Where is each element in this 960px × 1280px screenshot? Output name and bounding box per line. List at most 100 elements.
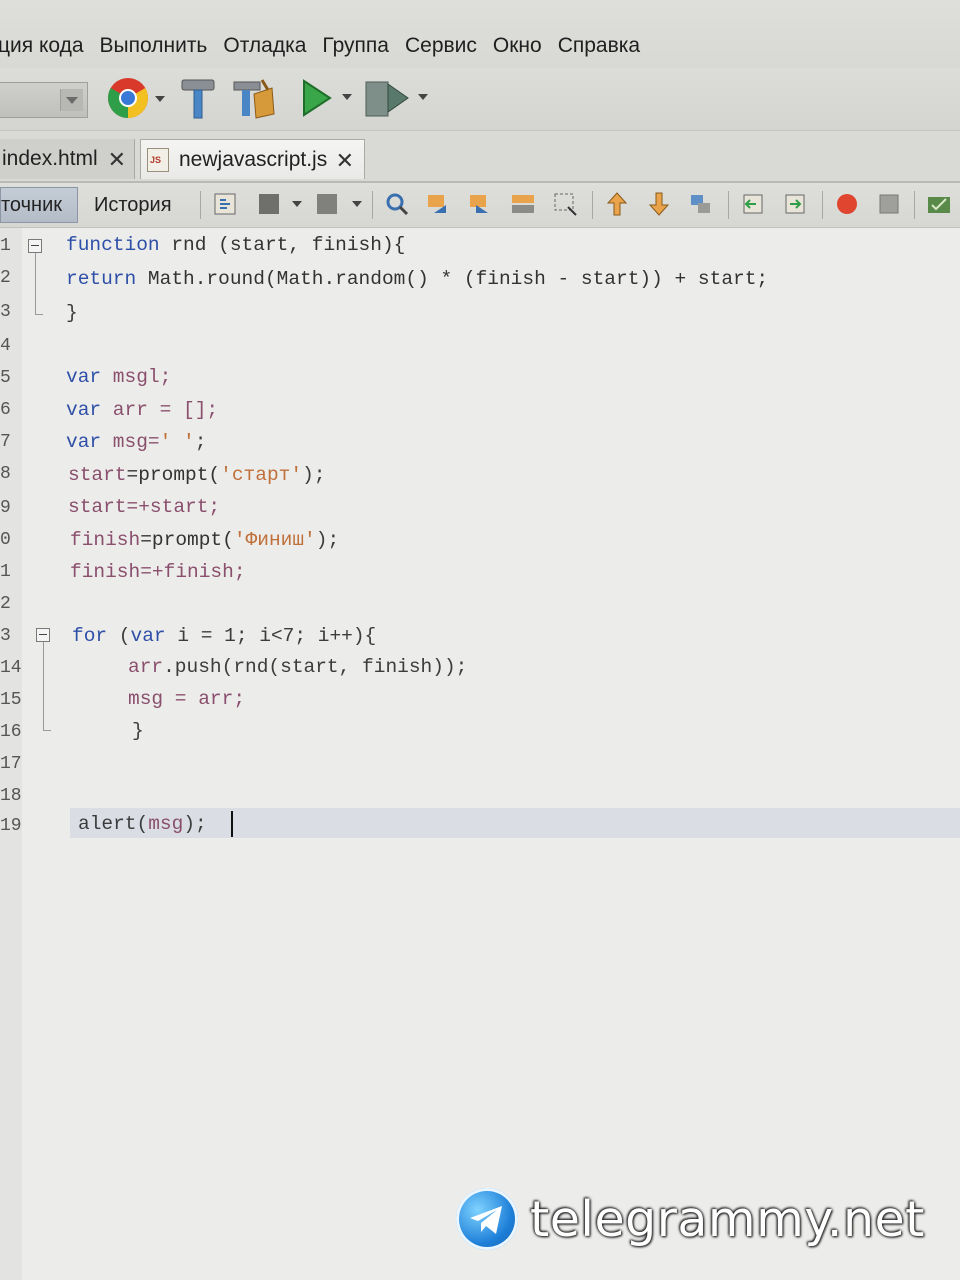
string-literal: 'старт' <box>220 464 303 486</box>
line-number: 8 <box>0 464 11 484</box>
collapse-fold-icon[interactable] <box>36 628 50 642</box>
menu-debug[interactable]: Отладка <box>223 34 306 58</box>
stop-macro-recording-icon[interactable] <box>876 191 902 217</box>
tab-newjavascript-js[interactable]: newjavascript.js ✕ <box>140 139 365 179</box>
code-text: msgl; <box>101 366 172 388</box>
line-number: 16 <box>0 722 22 742</box>
configuration-combo[interactable] <box>0 82 88 118</box>
variable: msg <box>128 688 164 710</box>
find-previous-icon[interactable] <box>426 191 452 217</box>
tab-index-html[interactable]: index.html ✕ <box>0 139 135 179</box>
chevron-down-icon[interactable] <box>155 96 165 102</box>
code-text: =prompt( <box>140 529 234 551</box>
chevron-down-icon[interactable] <box>60 89 83 111</box>
close-icon[interactable]: ✕ <box>336 148 354 174</box>
close-icon[interactable]: ✕ <box>108 147 126 173</box>
line-number: 2 <box>0 268 11 288</box>
menu-team[interactable]: Группа <box>322 34 389 58</box>
collapse-fold-icon[interactable] <box>28 239 42 253</box>
code-text: rnd (start, finish){ <box>159 234 406 256</box>
line-number: 17 <box>0 754 22 774</box>
rectangular-selection-icon[interactable] <box>552 191 578 217</box>
line-number: 2 <box>0 594 11 614</box>
line-number: 1 <box>0 562 11 582</box>
code-line: arr.push(rnd(start, finish)); <box>128 656 467 678</box>
code-text: ); <box>183 813 207 835</box>
tab-label: index.html <box>2 147 98 170</box>
variable: arr <box>128 656 164 678</box>
fold-guide <box>43 730 51 731</box>
keyword: return <box>66 268 137 290</box>
menu-tools[interactable]: Сервис <box>405 34 477 58</box>
forward-icon[interactable] <box>314 191 340 217</box>
clean-build-icon[interactable] <box>232 74 278 122</box>
menu-source[interactable]: ция кода <box>0 34 84 58</box>
chevron-down-icon[interactable] <box>352 201 362 207</box>
find-next-icon[interactable] <box>468 191 494 217</box>
run-icon[interactable] <box>300 78 334 118</box>
line-number: 7 <box>0 432 11 452</box>
variable: start <box>68 496 127 518</box>
variable: start <box>68 464 127 486</box>
start-macro-recording-icon[interactable] <box>834 191 860 217</box>
back-icon[interactable] <box>256 191 282 217</box>
line-number: 19 <box>0 816 22 836</box>
tab-label: newjavascript.js <box>179 147 328 171</box>
line-number: 3 <box>0 302 11 322</box>
toolbar-separator <box>592 191 593 219</box>
code-text: =prompt( <box>126 464 221 486</box>
code-editor[interactable]: 1 2 3 4 5 6 7 8 9 0 1 2 3 14 15 16 17 18… <box>0 228 960 1280</box>
code-line: var msgl; <box>66 366 171 388</box>
previous-bookmark-icon[interactable] <box>604 191 630 217</box>
main-toolbar <box>0 68 960 131</box>
line-number: 1 <box>0 236 11 256</box>
code-line: start=+start; <box>68 496 220 518</box>
toggle-highlight-icon[interactable] <box>510 191 536 217</box>
line-number: 14 <box>0 658 22 678</box>
find-icon[interactable] <box>384 191 410 217</box>
watermark: telegrammy.net <box>456 1188 925 1250</box>
code-text: =+finish; <box>140 561 246 583</box>
code-text: = arr; <box>163 688 246 710</box>
chevron-down-icon[interactable] <box>342 94 352 100</box>
code-line: finish=+finish; <box>70 561 246 583</box>
shift-right-icon[interactable] <box>782 191 808 217</box>
line-number: 0 <box>0 530 11 550</box>
code-text: ); <box>302 464 326 486</box>
code-text: .push(rnd(start, finish)); <box>163 656 468 678</box>
menu-bar: ция кода Выполнить Отладка Группа Сервис… <box>0 0 960 68</box>
code-line: for (var i = 1; i<7; i++){ <box>72 625 376 647</box>
next-bookmark-icon[interactable] <box>646 191 672 217</box>
source-mode-button[interactable]: точник <box>0 187 78 223</box>
keyword: var <box>66 431 102 453</box>
debug-icon[interactable] <box>364 76 412 120</box>
check-file-icon[interactable] <box>926 191 952 217</box>
code-line: var msg=' '; <box>66 431 206 453</box>
variable: finish <box>70 529 141 551</box>
shift-left-icon[interactable] <box>740 191 766 217</box>
hammer-icon[interactable] <box>178 76 218 120</box>
variable: msg <box>148 813 184 835</box>
line-number: 18 <box>0 786 22 806</box>
chevron-down-icon[interactable] <box>292 201 302 207</box>
code-line: function rnd (start, finish){ <box>66 234 405 256</box>
code-text: } <box>132 720 144 742</box>
toolbar-separator <box>728 191 729 219</box>
code-text: ( <box>107 625 131 647</box>
code-text: =+start; <box>126 496 221 518</box>
code-line: } <box>66 302 78 324</box>
string-literal: ' ' <box>159 431 195 453</box>
code-text: i = 1; i<7; i++){ <box>165 625 377 647</box>
code-text: Math.round(Math.random() * (finish - sta… <box>136 268 769 290</box>
code-text: ); <box>315 529 340 551</box>
last-edit-icon[interactable] <box>212 191 238 217</box>
string-literal: 'Финиш' <box>233 529 316 551</box>
history-mode-button[interactable]: История <box>84 187 192 223</box>
chevron-down-icon[interactable] <box>418 94 428 100</box>
menu-window[interactable]: Окно <box>493 34 542 58</box>
chrome-icon[interactable] <box>106 76 150 120</box>
toggle-bookmark-icon[interactable] <box>688 191 714 217</box>
menu-help[interactable]: Справка <box>558 34 640 58</box>
menu-run[interactable]: Выполнить <box>100 34 208 58</box>
keyword: var <box>130 625 166 647</box>
